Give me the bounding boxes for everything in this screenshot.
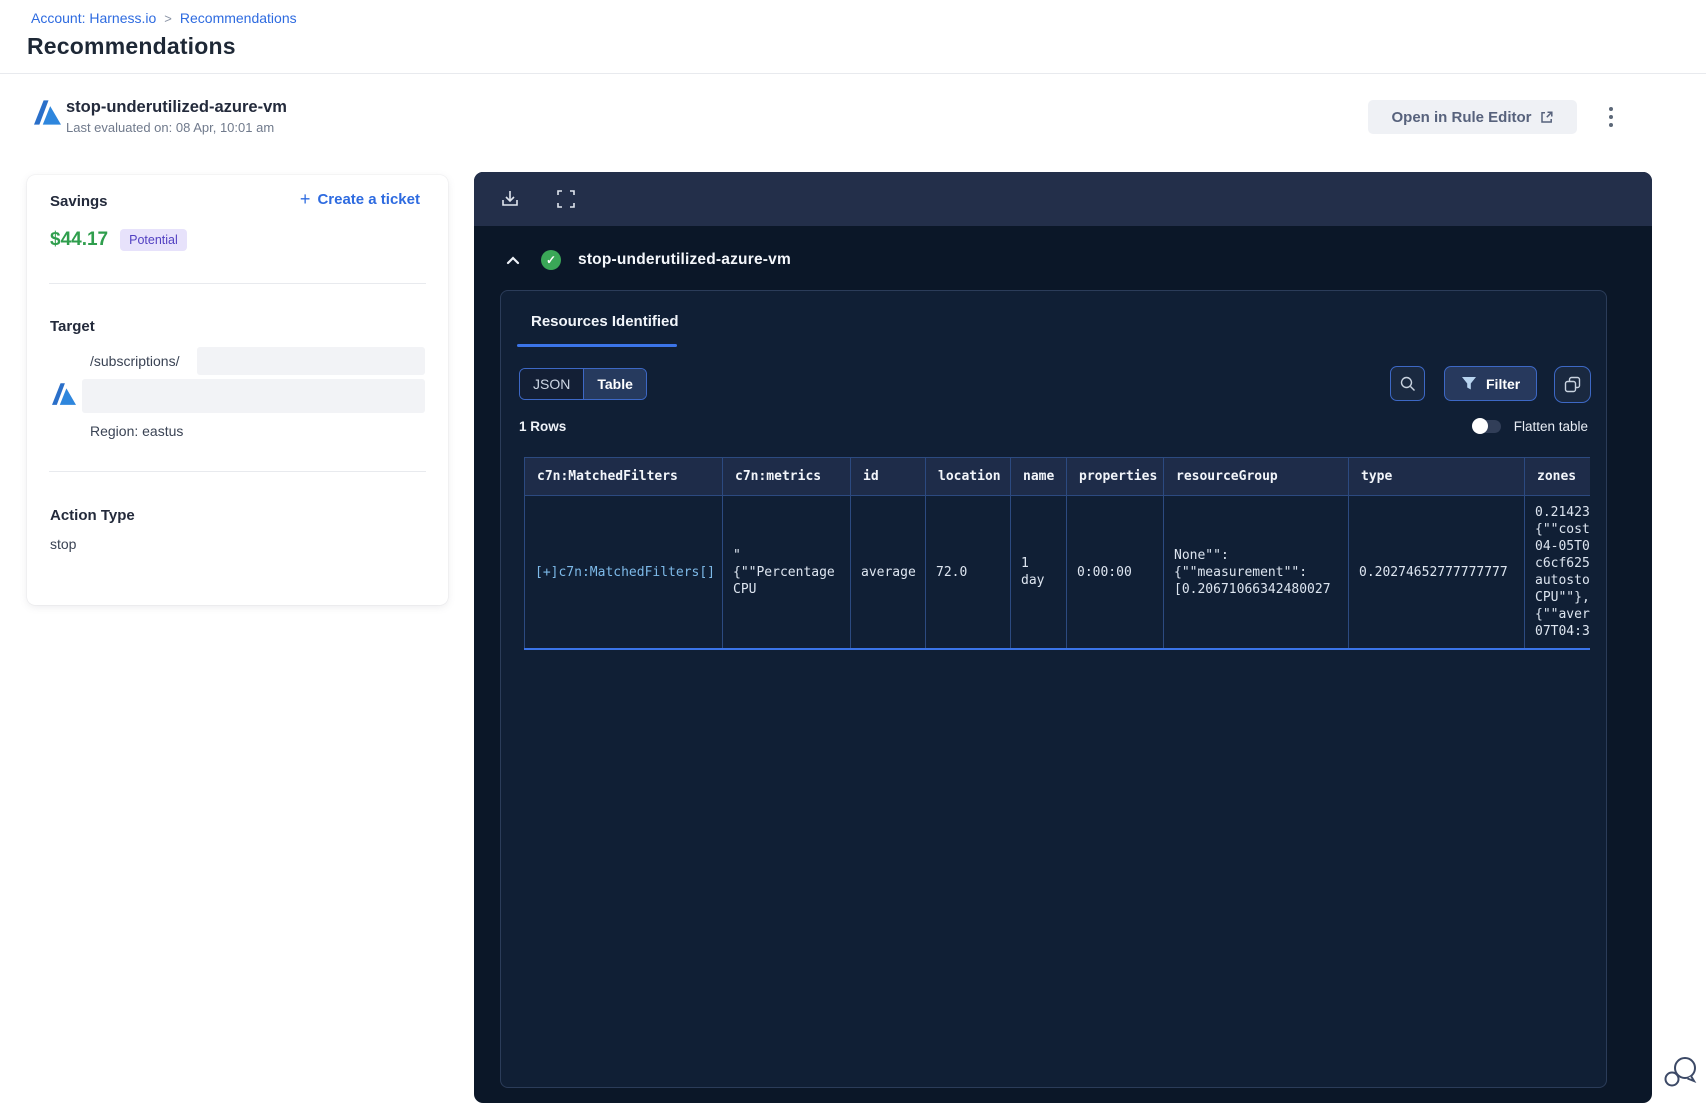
open-in-rule-editor-button[interactable]: Open in Rule Editor [1368,100,1577,134]
savings-card: Savings + Create a ticket $44.17 Potenti… [27,175,448,605]
flatten-table-toggle[interactable] [1471,418,1501,434]
cell-resource-group: None"": {""measurement"": [0.20671066342… [1163,495,1349,650]
page-title: Recommendations [27,33,236,59]
panel-rule-title: stop-underutilized-azure-vm [578,251,791,268]
more-options-button[interactable] [1600,100,1622,134]
search-button[interactable] [1390,366,1425,401]
col-header-resource-group: resourceGroup [1163,457,1349,496]
col-header-metrics: c7n:metrics [722,457,851,496]
cell-location: 72.0 [925,495,1011,650]
cell-type: 0.20274652777777777 [1348,495,1525,650]
flatten-table-control: Flatten table [1471,418,1588,434]
col-header-matched-filters: c7n:MatchedFilters [524,457,723,496]
create-ticket-label: Create a ticket [317,191,420,208]
recommendation-header: stop-underutilized-azure-vm Last evaluat… [0,74,1706,166]
cell-metrics: " {""Percentage CPU [722,495,851,650]
tab-active-underline [517,344,677,347]
col-header-properties: properties [1066,457,1164,496]
col-header-id: id [850,457,926,496]
copy-button[interactable] [1554,366,1591,403]
results-panel: ✓ stop-underutilized-azure-vm Resources … [474,172,1652,1103]
breadcrumb-account-link[interactable]: Account: Harness.io [31,10,156,26]
action-type-label: Action Type [50,507,135,524]
col-header-type: type [1348,457,1525,496]
potential-badge: Potential [120,229,187,251]
funnel-icon [1461,376,1477,391]
flatten-table-label: Flatten table [1513,419,1588,434]
cell-name: 1 day [1010,495,1067,650]
external-link-icon [1540,110,1554,124]
table-header-row: c7n:MatchedFilters c7n:metrics id locati… [524,457,1590,496]
table-row: [+]c7n:MatchedFilters[] " {""Percentage … [524,495,1590,650]
resources-identified-panel: Resources Identified JSON Table Filter 1… [500,290,1607,1088]
cell-matched-filters-expand[interactable]: [+]c7n:MatchedFilters[] [524,495,723,650]
azure-icon [34,100,61,126]
success-check-icon: ✓ [541,250,561,270]
view-mode-toggle: JSON Table [519,368,647,400]
plus-icon: + [299,189,311,209]
resources-table: c7n:MatchedFilters c7n:metrics id locati… [524,457,1590,650]
collapse-chevron-up-icon[interactable] [502,252,524,269]
redacted-resource-path [82,379,425,413]
breadcrumb: Account: Harness.io > Recommendations [31,10,297,26]
last-evaluated-text: Last evaluated on: 08 Apr, 10:01 am [66,120,275,135]
savings-label: Savings [50,193,108,210]
filter-button[interactable]: Filter [1444,366,1538,401]
json-view-button[interactable]: JSON [520,369,585,399]
target-label: Target [50,318,95,335]
tab-resources-identified[interactable]: Resources Identified [531,313,679,330]
create-ticket-button[interactable]: + Create a ticket [299,189,420,209]
recommendation-name: stop-underutilized-azure-vm [66,98,287,116]
col-header-name: name [1010,457,1067,496]
open-in-rule-editor-label: Open in Rule Editor [1391,108,1532,126]
table-view-button[interactable]: Table [584,369,646,399]
fullscreen-button[interactable] [548,181,584,217]
card-divider [49,471,426,472]
breadcrumb-recommendations-link[interactable]: Recommendations [180,10,297,26]
rows-count: 1 Rows [519,419,567,434]
card-divider [49,283,426,284]
region-text: Region: eastus [90,423,184,439]
savings-amount: $44.17 [50,229,109,250]
redacted-subscription-id [197,347,425,375]
resources-table-container[interactable]: c7n:MatchedFilters c7n:metrics id locati… [524,457,1590,650]
azure-icon [52,383,76,406]
chat-feedback-button[interactable] [1662,1052,1702,1092]
cell-zones: 0.21423 {""cost 04-05T0 c6cf625 autosto … [1524,495,1590,650]
col-header-location: location [925,457,1011,496]
download-button[interactable] [492,181,528,217]
action-type-value: stop [50,536,77,552]
cell-properties: 0:00:00 [1066,495,1164,650]
breadcrumb-separator-icon: > [164,10,172,26]
subscription-path: /subscriptions/ [90,353,180,369]
filter-label: Filter [1486,375,1521,392]
panel-toolbar [474,172,1652,226]
cell-id: average [850,495,926,650]
col-header-zones: zones [1524,457,1590,496]
